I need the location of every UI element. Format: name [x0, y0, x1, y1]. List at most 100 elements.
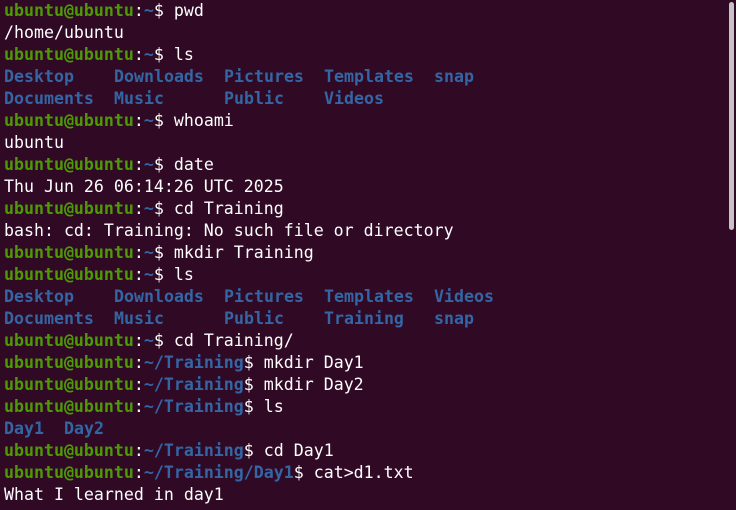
prompt-path: ~/Training	[143, 375, 244, 394]
prompt-user: ubuntu@ubuntu	[4, 1, 134, 20]
prompt-path: ~	[143, 199, 154, 218]
prompt-path: ~/Training/Day1	[143, 463, 294, 482]
terminal-window[interactable]: ubuntu@ubuntu:~$ pwd/home/ubuntu ubuntu@u…	[0, 0, 736, 510]
prompt-user: ubuntu@ubuntu	[4, 375, 134, 394]
prompt-colon: :	[133, 441, 144, 460]
command-text: pwd	[173, 1, 204, 20]
prompt-user: ubuntu@ubuntu	[4, 199, 134, 218]
output-text: bash: cd: Training: No such file or dire…	[4, 221, 454, 240]
prompt-path: ~	[143, 155, 154, 174]
prompt-colon: :	[133, 243, 144, 262]
scrollbar[interactable]	[726, 0, 736, 510]
prompt-line: ubuntu@ubuntu:~$ mkdir Training	[4, 242, 720, 264]
directory-entry: Pictures	[224, 287, 304, 306]
prompt-symbol: $	[153, 243, 174, 262]
command-text: cd Training/	[173, 331, 294, 350]
output-text: ubuntu	[4, 133, 64, 152]
output-text: What I learned in day1	[4, 485, 224, 504]
directory-entry: Desktop	[4, 67, 74, 86]
directory-entry: Documents	[4, 89, 94, 108]
prompt-colon: :	[133, 265, 144, 284]
command-text: cd Training	[173, 199, 284, 218]
prompt-user: ubuntu@ubuntu	[4, 111, 134, 130]
prompt-line: ubuntu@ubuntu:~/Training$ mkdir Day1	[4, 352, 720, 374]
prompt-path: ~	[143, 265, 154, 284]
prompt-symbol: $	[243, 397, 264, 416]
prompt-colon: :	[133, 111, 144, 130]
prompt-path: ~/Training	[143, 397, 244, 416]
directory-entry: Day2	[64, 419, 104, 438]
directory-listing-line: Desktop Downloads Pictures Templates snap	[4, 66, 720, 88]
directory-entry: Pictures	[224, 67, 304, 86]
output-line: ubuntu	[4, 132, 720, 154]
prompt-colon: :	[133, 375, 144, 394]
prompt-line: ubuntu@ubuntu:~/Training/Day1$ cat>d1.tx…	[4, 462, 720, 484]
command-text: date	[173, 155, 214, 174]
prompt-colon: :	[133, 45, 144, 64]
output-line: What I learned in day1	[4, 484, 720, 506]
directory-entry: Training	[324, 309, 404, 328]
directory-listing-line: Documents Music Public Videos	[4, 88, 720, 110]
prompt-symbol: $	[153, 45, 174, 64]
command-text: ls	[263, 397, 284, 416]
terminal-output[interactable]: ubuntu@ubuntu:~$ pwd/home/ubuntu ubuntu@u…	[4, 0, 720, 506]
directory-entry: Videos	[324, 89, 384, 108]
prompt-symbol: $	[243, 353, 264, 372]
directory-entry: Templates	[324, 67, 414, 86]
directory-entry: snap	[434, 309, 474, 328]
scrollbar-thumb[interactable]	[729, 2, 734, 230]
prompt-user: ubuntu@ubuntu	[4, 463, 134, 482]
prompt-path: ~/Training	[143, 353, 244, 372]
output-line: bash: cd: Training: No such file or dire…	[4, 220, 720, 242]
prompt-symbol: $	[153, 1, 174, 20]
command-text: mkdir Day1	[263, 353, 364, 372]
prompt-path: ~	[143, 45, 154, 64]
directory-entry: Desktop	[4, 287, 74, 306]
prompt-line: ubuntu@ubuntu:~$ ls	[4, 44, 720, 66]
command-text: mkdir Training	[173, 243, 314, 262]
prompt-line: ubuntu@ubuntu:~$ cd Training/	[4, 330, 720, 352]
prompt-line: ubuntu@ubuntu:~$ whoami	[4, 110, 720, 132]
prompt-symbol: $	[153, 265, 174, 284]
prompt-path: ~	[143, 243, 154, 262]
prompt-colon: :	[133, 397, 144, 416]
prompt-symbol: $	[153, 155, 174, 174]
prompt-colon: :	[133, 353, 144, 372]
command-text: whoami	[173, 111, 234, 130]
prompt-symbol: $	[243, 375, 264, 394]
prompt-symbol: $	[153, 331, 174, 350]
directory-entry: snap	[434, 67, 474, 86]
command-text: cat>d1.txt	[313, 463, 414, 482]
prompt-line: ubuntu@ubuntu:~$ ls	[4, 264, 720, 286]
prompt-line: ubuntu@ubuntu:~$ date	[4, 154, 720, 176]
prompt-colon: :	[133, 1, 144, 20]
output-text: Thu Jun 26 06:14:26 UTC 2025	[4, 177, 284, 196]
directory-listing-line: Desktop Downloads Pictures Templates Videos	[4, 286, 720, 308]
command-text: mkdir Day2	[263, 375, 364, 394]
prompt-colon: :	[133, 331, 144, 350]
directory-entry: Day1	[4, 419, 44, 438]
prompt-path: ~	[143, 111, 154, 130]
prompt-path: ~	[143, 1, 154, 20]
prompt-user: ubuntu@ubuntu	[4, 353, 134, 372]
command-text: cd Day1	[263, 441, 334, 460]
prompt-user: ubuntu@ubuntu	[4, 155, 134, 174]
command-text: ls	[173, 265, 194, 284]
prompt-user: ubuntu@ubuntu	[4, 45, 134, 64]
prompt-symbol: $	[153, 199, 174, 218]
directory-entry: Public	[224, 89, 284, 108]
prompt-path: ~	[143, 331, 154, 350]
directory-entry: Music	[114, 309, 164, 328]
prompt-symbol: $	[293, 463, 314, 482]
command-text: ls	[173, 45, 194, 64]
prompt-line: ubuntu@ubuntu:~/Training$ cd Day1	[4, 440, 720, 462]
prompt-symbol: $	[153, 111, 174, 130]
prompt-user: ubuntu@ubuntu	[4, 331, 134, 350]
prompt-colon: :	[133, 155, 144, 174]
prompt-line: ubuntu@ubuntu:~/Training$ ls	[4, 396, 720, 418]
prompt-line: ubuntu@ubuntu:~$ pwd	[4, 0, 720, 22]
prompt-user: ubuntu@ubuntu	[4, 441, 134, 460]
prompt-line: ubuntu@ubuntu:~/Training$ mkdir Day2	[4, 374, 720, 396]
output-line: Thu Jun 26 06:14:26 UTC 2025	[4, 176, 720, 198]
prompt-user: ubuntu@ubuntu	[4, 243, 134, 262]
